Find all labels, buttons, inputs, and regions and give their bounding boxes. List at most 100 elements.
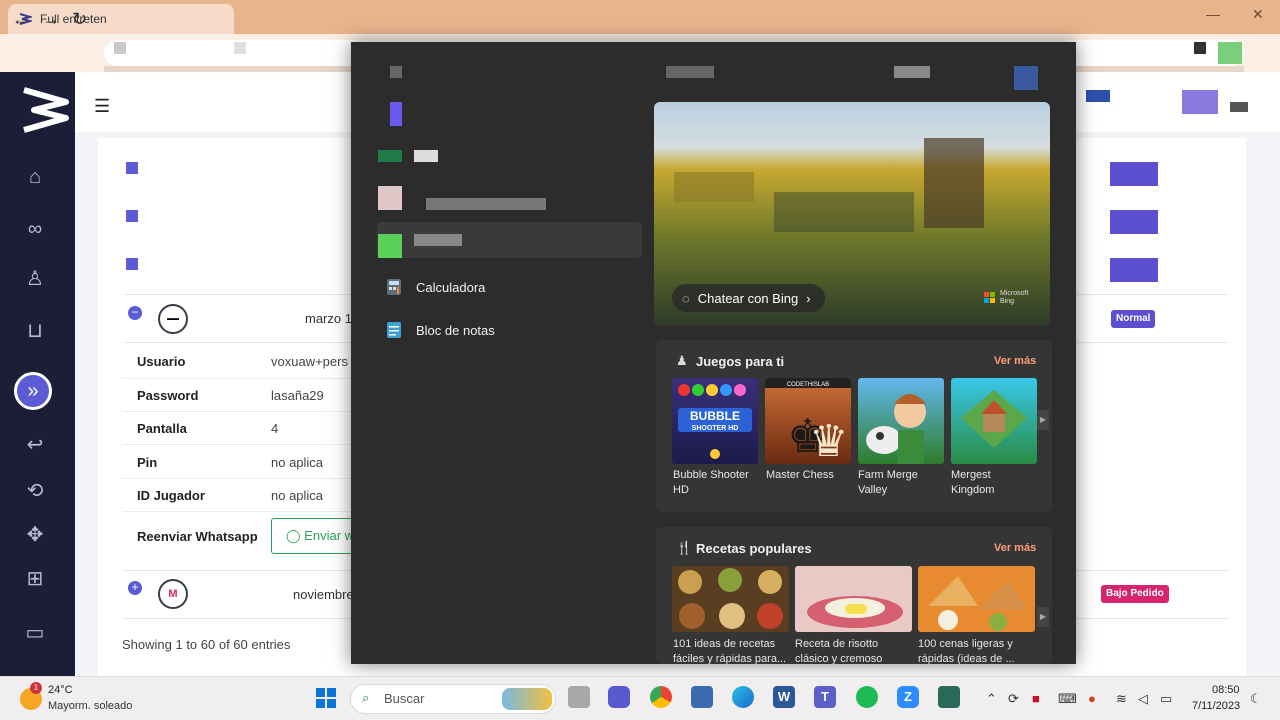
recipe-thumb[interactable] <box>672 566 789 632</box>
see-more-recipes-link[interactable]: Ver más <box>994 542 1036 554</box>
chrome-icon[interactable] <box>650 686 672 708</box>
task-view-icon[interactable] <box>568 686 590 708</box>
pixelated-region <box>234 42 246 54</box>
pixelated-region <box>378 186 402 210</box>
moon-icon[interactable]: ☾ <box>1250 691 1262 707</box>
keyboard-icon[interactable]: ⌨ <box>1058 691 1077 707</box>
sync-icon[interactable]: ⟳ <box>1008 691 1019 707</box>
games-title: Juegos para ti <box>696 354 785 369</box>
pixelated-region <box>126 162 138 174</box>
game-label: Master Chess <box>766 469 834 481</box>
forward-button[interactable]: → <box>42 9 60 30</box>
menu-toggle-icon[interactable]: ☰ <box>94 96 110 117</box>
recipe-label: Receta de risotto clásico y cremoso <box>795 638 883 665</box>
pagination-info: Showing 1 to 60 of 60 entries <box>122 637 291 652</box>
row-date: marzo 1 <box>305 311 352 326</box>
microphone-icon[interactable]: ● <box>1088 691 1096 706</box>
expand-row-icon[interactable]: + <box>128 581 142 595</box>
clock-time[interactable]: 08:50 <box>1212 684 1240 696</box>
detail-value-password: lasaña29 <box>271 388 324 403</box>
pixelated-region <box>1230 102 1248 112</box>
detail-label-pantalla: Pantalla <box>137 421 187 436</box>
close-window-button[interactable]: ✕ <box>1252 6 1264 23</box>
undo-icon[interactable]: ↩ <box>22 432 48 458</box>
clock-date[interactable]: 7/11/2023 <box>1192 700 1240 712</box>
see-more-games-link[interactable]: Ver más <box>994 355 1036 367</box>
start-app-bloc-de-notas[interactable]: Bloc de notas <box>386 321 495 339</box>
recipes-scroll-right-icon[interactable]: ▶ <box>1037 607 1049 627</box>
chat-bubble-icon: ◌ <box>682 290 690 306</box>
service-logo: M <box>158 579 188 609</box>
home-icon[interactable]: ⌂ <box>22 164 48 190</box>
notification-badge: 1 <box>30 682 42 694</box>
user-icon[interactable]: ♙ <box>22 266 48 292</box>
pixelated-region <box>1086 90 1110 102</box>
volume-icon[interactable]: ◁ <box>1138 691 1148 707</box>
minimize-button[interactable]: — <box>1206 6 1220 22</box>
pixelated-region <box>426 198 546 210</box>
game-thumb-master-chess[interactable]: CODETHISLAB ♚ ♛ <box>765 378 851 464</box>
chat-with-bing-button[interactable]: ◌ Chatear con Bing › <box>672 284 825 312</box>
pixelated-region <box>126 210 138 222</box>
refresh-icon[interactable]: ⟲ <box>22 478 48 504</box>
windows-start-icon[interactable] <box>316 688 336 708</box>
move-icon[interactable]: ✥ <box>22 522 48 548</box>
red-app-icon[interactable]: ■ <box>1032 691 1040 706</box>
microsoft-bing-logo: Microsoft Bing <box>984 290 1028 306</box>
action-button[interactable] <box>1110 258 1158 282</box>
word-icon[interactable]: W <box>773 686 795 708</box>
edge-icon[interactable] <box>732 686 754 708</box>
wifi-icon[interactable]: ≋ <box>1116 691 1127 707</box>
detail-label-usuario: Usuario <box>137 354 186 369</box>
pinned-app-icon[interactable] <box>938 686 960 708</box>
recipe-thumb[interactable] <box>795 566 912 632</box>
start-app-label: Calculadora <box>416 279 486 295</box>
search-icon: ⌕ <box>362 690 370 705</box>
game-thumb-farm-merge-valley[interactable] <box>858 378 944 464</box>
detail-value-pantalla: 4 <box>271 421 279 436</box>
calculator-icon <box>387 279 401 295</box>
chat-with-bing-label: Chatear con Bing <box>697 290 799 306</box>
chevron-up-icon[interactable]: ⌃ <box>986 691 997 707</box>
cart-icon[interactable]: ⊔ <box>22 318 48 344</box>
wallet-icon[interactable]: ▭ <box>22 620 48 646</box>
ms-label: Microsoft <box>1000 290 1029 297</box>
profile-icon[interactable] <box>1218 42 1242 64</box>
zoom-icon[interactable]: Z <box>897 686 919 708</box>
teams-chat-icon[interactable] <box>608 686 630 708</box>
battery-icon[interactable]: ▭ <box>1160 691 1172 707</box>
reload-button[interactable]: ↻ <box>72 9 87 30</box>
game-thumb-mergest-kingdom[interactable] <box>951 378 1037 464</box>
action-button[interactable] <box>1110 210 1158 234</box>
store-icon[interactable] <box>691 686 713 708</box>
send-whatsapp-label: Enviar w <box>304 528 353 543</box>
back-button[interactable]: ← <box>12 9 30 30</box>
games-scroll-right-icon[interactable]: ▶ <box>1037 410 1049 430</box>
collapse-row-icon[interactable]: − <box>128 306 142 320</box>
profile-icon[interactable] <box>1014 66 1038 90</box>
pixelated-region <box>414 150 438 162</box>
kingdom-art <box>961 390 1027 448</box>
farm-art <box>866 394 926 464</box>
active-nav-icon[interactable]: » <box>14 372 52 410</box>
start-app-label: Bloc de notas <box>416 322 495 338</box>
double-chevron-icon: » <box>27 380 39 402</box>
link-icon[interactable]: ∞ <box>22 216 48 242</box>
pixelated-region <box>114 42 126 54</box>
detail-divider <box>122 478 350 479</box>
action-button[interactable] <box>1110 162 1158 186</box>
game-label: Farm Merge Valley <box>858 469 918 496</box>
svg-text:BUBBLE: BUBBLE <box>690 409 740 423</box>
extension-icon[interactable] <box>1194 42 1206 54</box>
gamepad-icon[interactable]: ⊞ <box>22 566 48 592</box>
status-badge: Bajo Pedido <box>1101 585 1169 603</box>
spotify-icon[interactable] <box>856 686 878 708</box>
recipe-thumb[interactable] <box>918 566 1035 632</box>
row-date: noviembre <box>293 587 354 602</box>
start-app-calculadora[interactable]: Calculadora <box>386 278 485 296</box>
send-whatsapp-button[interactable]: ◯ Enviar w <box>271 518 353 554</box>
svg-text:SHOOTER HD: SHOOTER HD <box>692 425 739 432</box>
detail-divider <box>122 411 350 412</box>
game-thumb-bubble-shooter[interactable]: BUBBLE SHOOTER HD <box>672 378 758 464</box>
teams-icon[interactable]: T <box>814 686 836 708</box>
